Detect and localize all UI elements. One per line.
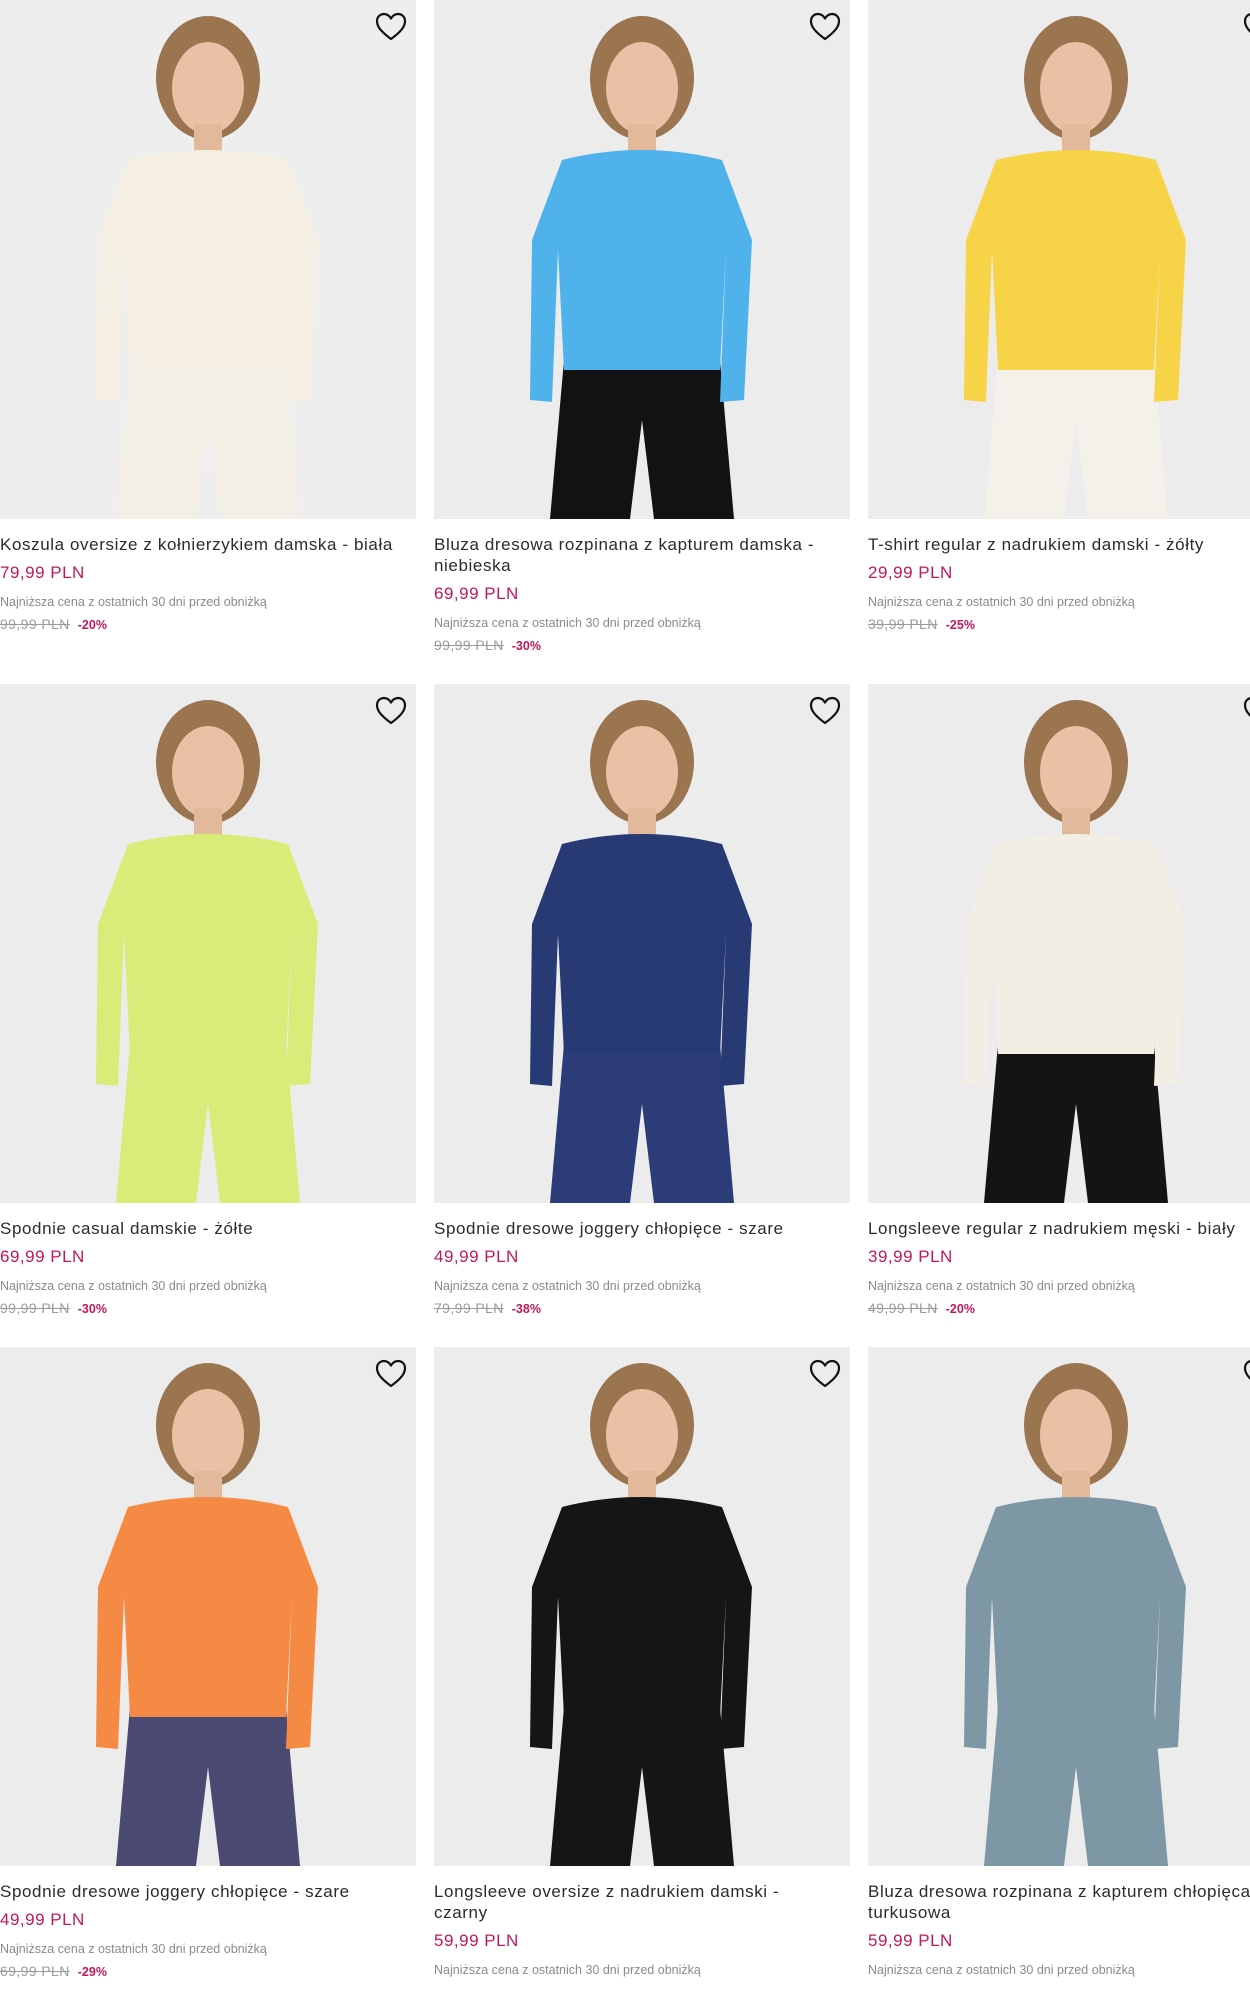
product-name[interactable]: T-shirt regular z nadrukiem damski - żół… <box>868 534 1250 555</box>
product-image[interactable] <box>868 1347 1250 1866</box>
product-image[interactable] <box>868 0 1250 519</box>
product-name[interactable]: Spodnie casual damskie - żółte <box>0 1218 416 1239</box>
old-price-row: 99,99 PLN -20% <box>0 616 416 633</box>
product-card[interactable]: Spodnie dresowe joggery chłopięce - szar… <box>0 1347 416 1980</box>
heart-icon[interactable] <box>374 10 408 44</box>
product-price: 49,99 PLN <box>0 1910 85 1929</box>
product-name[interactable]: Bluza dresowa rozpinana z kapturem damsk… <box>434 534 850 576</box>
product-name[interactable]: Koszula oversize z kołnierzykiem damska … <box>0 534 416 555</box>
heart-icon[interactable] <box>808 1357 842 1391</box>
product-name[interactable]: Bluza dresowa rozpinana z kapturem chłop… <box>868 1881 1250 1923</box>
discount-badge: -30% <box>511 639 541 653</box>
product-name[interactable]: Spodnie dresowe joggery chłopięce - szar… <box>0 1881 416 1902</box>
product-price: 29,99 PLN <box>868 563 953 582</box>
heart-icon[interactable] <box>374 694 408 728</box>
product-card[interactable]: T-shirt regular z nadrukiem damski - żół… <box>868 0 1250 633</box>
old-price: 79,99 PLN <box>434 1300 504 1316</box>
product-image[interactable] <box>0 684 416 1203</box>
product-name[interactable]: Spodnie dresowe joggery chłopięce - szar… <box>434 1218 850 1239</box>
lowest-price-label: Najniższa cena z ostatnich 30 dni przed … <box>868 1963 1135 1977</box>
heart-icon[interactable] <box>374 1357 408 1391</box>
product-card[interactable]: Bluza dresowa rozpinana z kapturem chłop… <box>868 1347 1250 1978</box>
old-price: 69,99 PLN <box>0 1963 70 1979</box>
discount-badge: -38% <box>511 1302 541 1316</box>
product-name[interactable]: Longsleeve oversize z nadrukiem damski -… <box>434 1881 850 1923</box>
product-card[interactable]: Koszula oversize z kołnierzykiem damska … <box>0 0 416 633</box>
lowest-price-label: Najniższa cena z ostatnich 30 dni przed … <box>868 595 1135 609</box>
product-price: 69,99 PLN <box>434 584 519 603</box>
product-card[interactable]: Spodnie dresowe joggery chłopięce - szar… <box>434 684 850 1317</box>
heart-icon[interactable] <box>1242 10 1250 44</box>
product-card[interactable]: Longsleeve regular z nadrukiem męski - b… <box>868 684 1250 1317</box>
old-price-row: 79,99 PLN -38% <box>434 1300 850 1317</box>
lowest-price-label: Najniższa cena z ostatnich 30 dni przed … <box>0 1279 267 1293</box>
discount-badge: -29% <box>77 1965 107 1979</box>
lowest-price-label: Najniższa cena z ostatnich 30 dni przed … <box>434 616 701 630</box>
heart-icon[interactable] <box>808 10 842 44</box>
discount-badge: -20% <box>77 618 107 632</box>
old-price-row: 69,99 PLN -29% <box>0 1963 416 1980</box>
discount-badge: -25% <box>945 618 975 632</box>
product-card[interactable]: Spodnie casual damskie - żółte 69,99 PLN N… <box>0 684 416 1317</box>
product-image[interactable] <box>0 1347 416 1866</box>
product-image[interactable] <box>434 0 850 519</box>
product-name[interactable]: Longsleeve regular z nadrukiem męski - b… <box>868 1218 1250 1239</box>
lowest-price-label: Najniższa cena z ostatnich 30 dni przed … <box>434 1963 701 1977</box>
product-price: 79,99 PLN <box>0 563 85 582</box>
old-price-row: 49,99 PLN -20% <box>868 1300 1250 1317</box>
old-price-row: 39,99 PLN -25% <box>868 616 1250 633</box>
product-price: 49,99 PLN <box>434 1247 519 1266</box>
product-image[interactable] <box>868 684 1250 1203</box>
discount-badge: -30% <box>77 1302 107 1316</box>
lowest-price-label: Najniższa cena z ostatnich 30 dni przed … <box>0 595 267 609</box>
heart-icon[interactable] <box>808 694 842 728</box>
old-price: 39,99 PLN <box>868 616 938 632</box>
lowest-price-label: Najniższa cena z ostatnich 30 dni przed … <box>868 1279 1135 1293</box>
old-price: 99,99 PLN <box>434 637 504 653</box>
heart-icon[interactable] <box>1242 694 1250 728</box>
product-price: 69,99 PLN <box>0 1247 85 1266</box>
old-price: 99,99 PLN <box>0 616 70 632</box>
product-image[interactable] <box>434 1347 850 1866</box>
product-image[interactable] <box>434 684 850 1203</box>
lowest-price-label: Najniższa cena z ostatnich 30 dni przed … <box>0 1942 267 1956</box>
heart-icon[interactable] <box>1242 1357 1250 1391</box>
product-price: 59,99 PLN <box>434 1931 519 1950</box>
product-image[interactable] <box>0 0 416 519</box>
product-price: 59,99 PLN <box>868 1931 953 1950</box>
lowest-price-label: Najniższa cena z ostatnich 30 dni przed … <box>434 1279 701 1293</box>
discount-badge: -20% <box>945 1302 975 1316</box>
old-price: 99,99 PLN <box>0 1300 70 1316</box>
old-price: 49,99 PLN <box>868 1300 938 1316</box>
product-price: 39,99 PLN <box>868 1247 953 1266</box>
old-price-row: 99,99 PLN -30% <box>434 637 850 654</box>
product-card[interactable]: Longsleeve oversize z nadrukiem damski -… <box>434 1347 850 1978</box>
product-grid: Koszula oversize z kołnierzykiem damska … <box>0 0 1250 1992</box>
old-price-row: 99,99 PLN -30% <box>0 1300 416 1317</box>
product-card[interactable]: Bluza dresowa rozpinana z kapturem damsk… <box>434 0 850 654</box>
